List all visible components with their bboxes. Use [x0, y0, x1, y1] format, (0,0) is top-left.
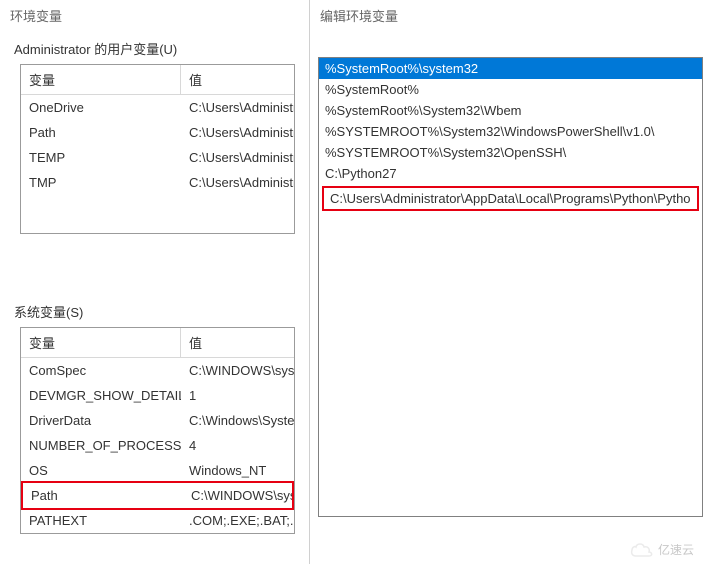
- list-item[interactable]: %SystemRoot%\system32: [319, 58, 702, 79]
- var-name: ComSpec: [21, 360, 181, 381]
- var-name: DriverData: [21, 410, 181, 431]
- var-value: .COM;.EXE;.BAT;.CM: [181, 510, 294, 531]
- var-name: DEVMGR_SHOW_DETAILS: [21, 385, 181, 406]
- var-value: 1: [181, 385, 294, 406]
- table-row[interactable]: DriverDataC:\Windows\Syster: [21, 408, 294, 433]
- watermark: 亿速云: [630, 541, 694, 558]
- list-item[interactable]: %SYSTEMROOT%\System32\OpenSSH\: [319, 142, 702, 163]
- path-value-list[interactable]: %SystemRoot%\system32%SystemRoot%%System…: [318, 57, 703, 517]
- var-name: PATHEXT: [21, 510, 181, 531]
- table-row[interactable]: NUMBER_OF_PROCESSORS4: [21, 433, 294, 458]
- table-row[interactable]: OneDriveC:\Users\Administr: [21, 95, 294, 120]
- list-item[interactable]: %SystemRoot%\System32\Wbem: [319, 100, 702, 121]
- var-name: TEMP: [21, 147, 181, 168]
- var-value: C:\Windows\Syster: [181, 410, 294, 431]
- table-row[interactable]: TMPC:\Users\Administr: [21, 170, 294, 195]
- var-value: C:\WINDOWS\syste: [183, 485, 292, 506]
- var-value: C:\WINDOWS\syste: [181, 360, 294, 381]
- edit-env-var-title: 编辑环境变量: [310, 0, 706, 31]
- var-value: C:\Users\Administr: [181, 122, 294, 143]
- col-header-value[interactable]: 值: [181, 65, 294, 94]
- table-row[interactable]: TEMPC:\Users\Administr: [21, 145, 294, 170]
- var-name: OneDrive: [21, 97, 181, 118]
- table-row[interactable]: DEVMGR_SHOW_DETAILS1: [21, 383, 294, 408]
- var-value: 4: [181, 435, 294, 456]
- var-value: C:\Users\Administr: [181, 97, 294, 118]
- table-row[interactable]: ComSpecC:\WINDOWS\syste: [21, 358, 294, 383]
- list-item[interactable]: %SYSTEMROOT%\System32\WindowsPowerShell\…: [319, 121, 702, 142]
- highlight-box: C:\Users\Administrator\AppData\Local\Pro…: [322, 186, 699, 211]
- var-name: TMP: [21, 172, 181, 193]
- col-header-name[interactable]: 变量: [21, 65, 181, 94]
- env-vars-title: 环境变量: [0, 0, 309, 31]
- col-header-value[interactable]: 值: [181, 328, 294, 357]
- user-vars-table[interactable]: 变量 值 OneDriveC:\Users\AdministrPathC:\Us…: [20, 64, 295, 234]
- table-row[interactable]: PathC:\WINDOWS\syste: [23, 483, 292, 508]
- cloud-icon: [630, 542, 654, 558]
- var-name: Path: [21, 122, 181, 143]
- var-name: Path: [23, 485, 183, 506]
- table-row[interactable]: PATHEXT.COM;.EXE;.BAT;.CM: [21, 508, 294, 533]
- list-item[interactable]: %SystemRoot%: [319, 79, 702, 100]
- var-value: Windows_NT: [181, 460, 294, 481]
- sys-vars-label: 系统变量(S): [0, 294, 309, 327]
- var-value: C:\Users\Administr: [181, 172, 294, 193]
- list-item[interactable]: C:\Python27: [319, 163, 702, 184]
- table-row[interactable]: PathC:\Users\Administr: [21, 120, 294, 145]
- var-name: NUMBER_OF_PROCESSORS: [21, 435, 181, 456]
- sys-vars-table[interactable]: 变量 值 ComSpecC:\WINDOWS\systeDEVMGR_SHOW_…: [20, 327, 295, 534]
- var-value: C:\Users\Administr: [181, 147, 294, 168]
- var-name: OS: [21, 460, 181, 481]
- table-row[interactable]: OSWindows_NT: [21, 458, 294, 483]
- list-item[interactable]: C:\Users\Administrator\AppData\Local\Pro…: [324, 188, 697, 209]
- user-vars-label: Administrator 的用户变量(U): [0, 31, 309, 64]
- col-header-name[interactable]: 变量: [21, 328, 181, 357]
- highlight-box: PathC:\WINDOWS\syste: [21, 481, 294, 510]
